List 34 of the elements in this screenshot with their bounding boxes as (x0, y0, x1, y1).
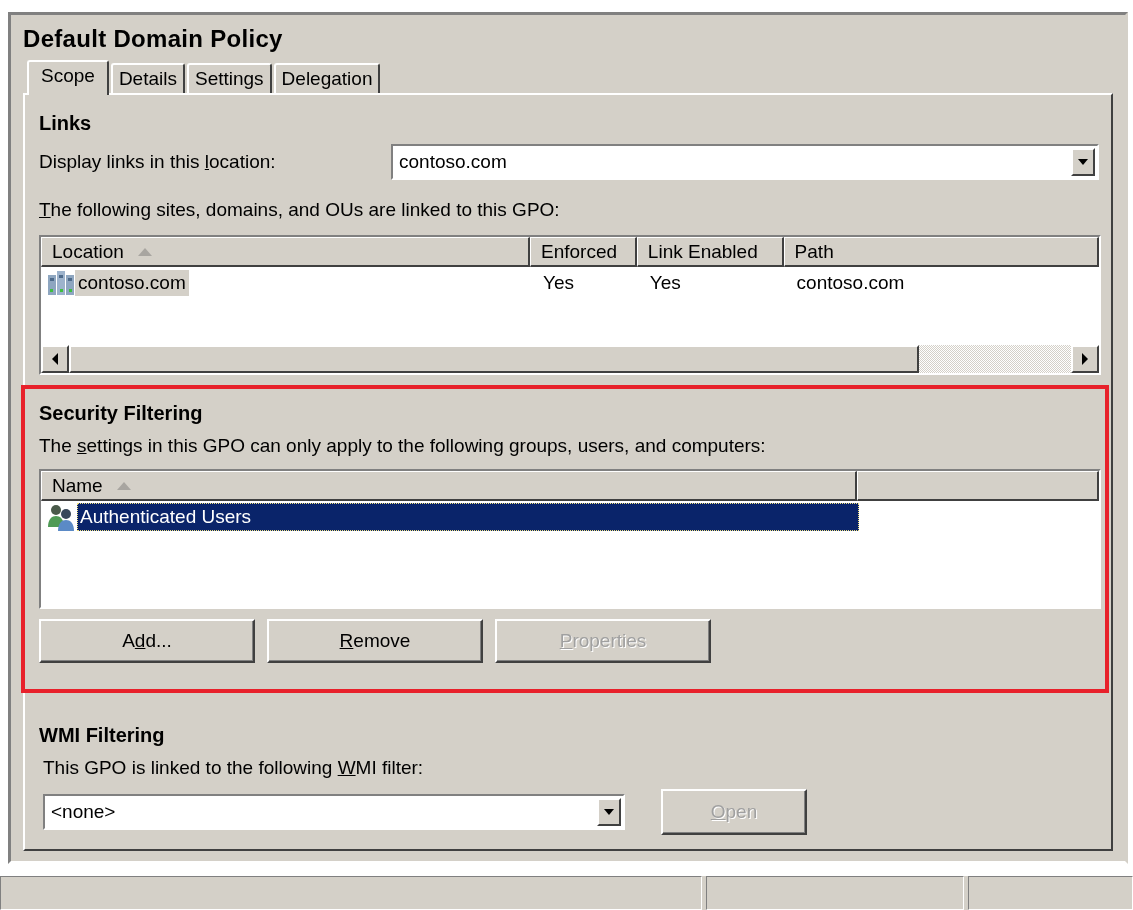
list-row[interactable]: contoso.com Yes Yes contoso.com (41, 267, 1099, 299)
field-label: This GPO is linked to the following WMI filter: (42, 756, 425, 780)
scroll-left-icon[interactable] (51, 353, 59, 365)
scroll-right-icon[interactable] (1081, 353, 1089, 365)
window-title: Default Domain Policy (23, 25, 284, 54)
sort-ascending-icon (137, 247, 152, 256)
tab[interactable]: Scope (27, 60, 109, 95)
table-cell-text: Yes (648, 271, 682, 295)
column-header[interactable]: Path (783, 237, 1099, 267)
section-heading: Security Filtering (39, 401, 204, 425)
section-description: The settings in this GPO can only apply to the following groups, users, and computers: (39, 434, 767, 458)
table-cell-text: Yes (542, 271, 576, 295)
list-item[interactable]: Authenticated Users (77, 503, 859, 531)
sort-ascending-icon (116, 481, 131, 490)
column-header[interactable]: Name (41, 471, 857, 501)
column-header[interactable]: Location (41, 237, 531, 267)
location-dropdown[interactable]: contoso.com (391, 144, 1099, 180)
column-header[interactable]: Enforced (530, 237, 637, 267)
dialog-button[interactable]: Remove (267, 619, 483, 663)
field-label: Display links in this location: (39, 151, 276, 173)
horizontal-scrollbar[interactable] (41, 345, 1099, 373)
building-icon (47, 269, 75, 297)
tab[interactable]: Delegation (273, 63, 381, 93)
wmi-filter-dropdown[interactable]: <none> (43, 794, 625, 830)
section-heading: WMI Filtering (39, 723, 166, 747)
table-cell-text: contoso.com (795, 271, 906, 295)
column-header[interactable]: Link Enabled (636, 237, 784, 267)
section-heading: Links (39, 111, 93, 135)
list-label: The following sites, domains, and OUs are linked to this GPO: (39, 198, 561, 222)
users-icon (47, 503, 77, 531)
dialog-button[interactable]: Add... (39, 619, 255, 663)
tab[interactable]: Details (110, 63, 185, 93)
table-cell: contoso.com (75, 270, 189, 296)
tab[interactable]: Settings (186, 63, 272, 93)
